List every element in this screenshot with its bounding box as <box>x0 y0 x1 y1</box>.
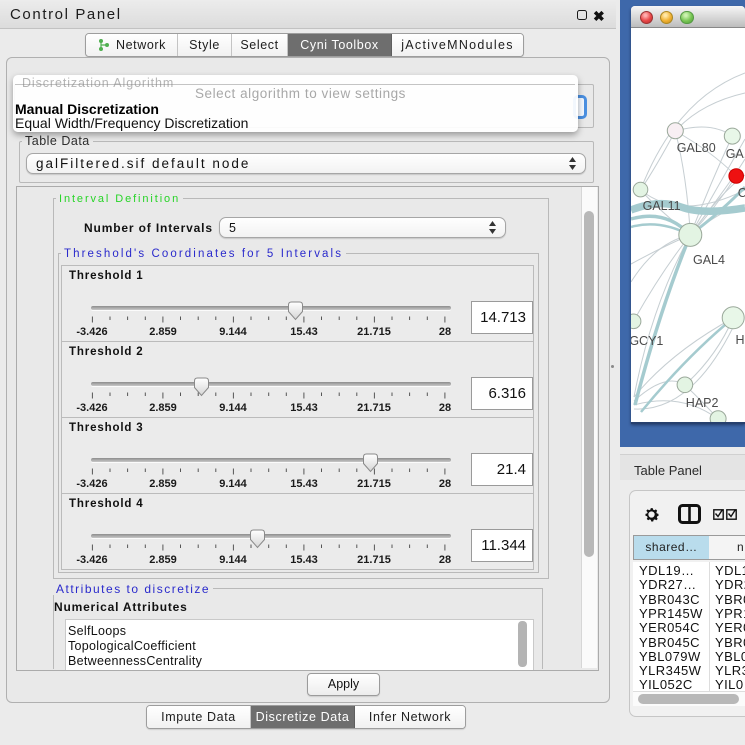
svg-text:GCY1: GCY1 <box>631 334 663 348</box>
svg-text:HAP2: HAP2 <box>686 396 719 410</box>
svg-text:GA.: GA. <box>726 147 745 161</box>
svg-text:GAL11: GAL11 <box>643 199 681 213</box>
svg-text:GAL4: GAL4 <box>693 253 725 267</box>
svg-text:H: H <box>736 333 745 347</box>
svg-text:GAL80: GAL80 <box>677 141 716 155</box>
svg-text:C: C <box>738 186 745 200</box>
